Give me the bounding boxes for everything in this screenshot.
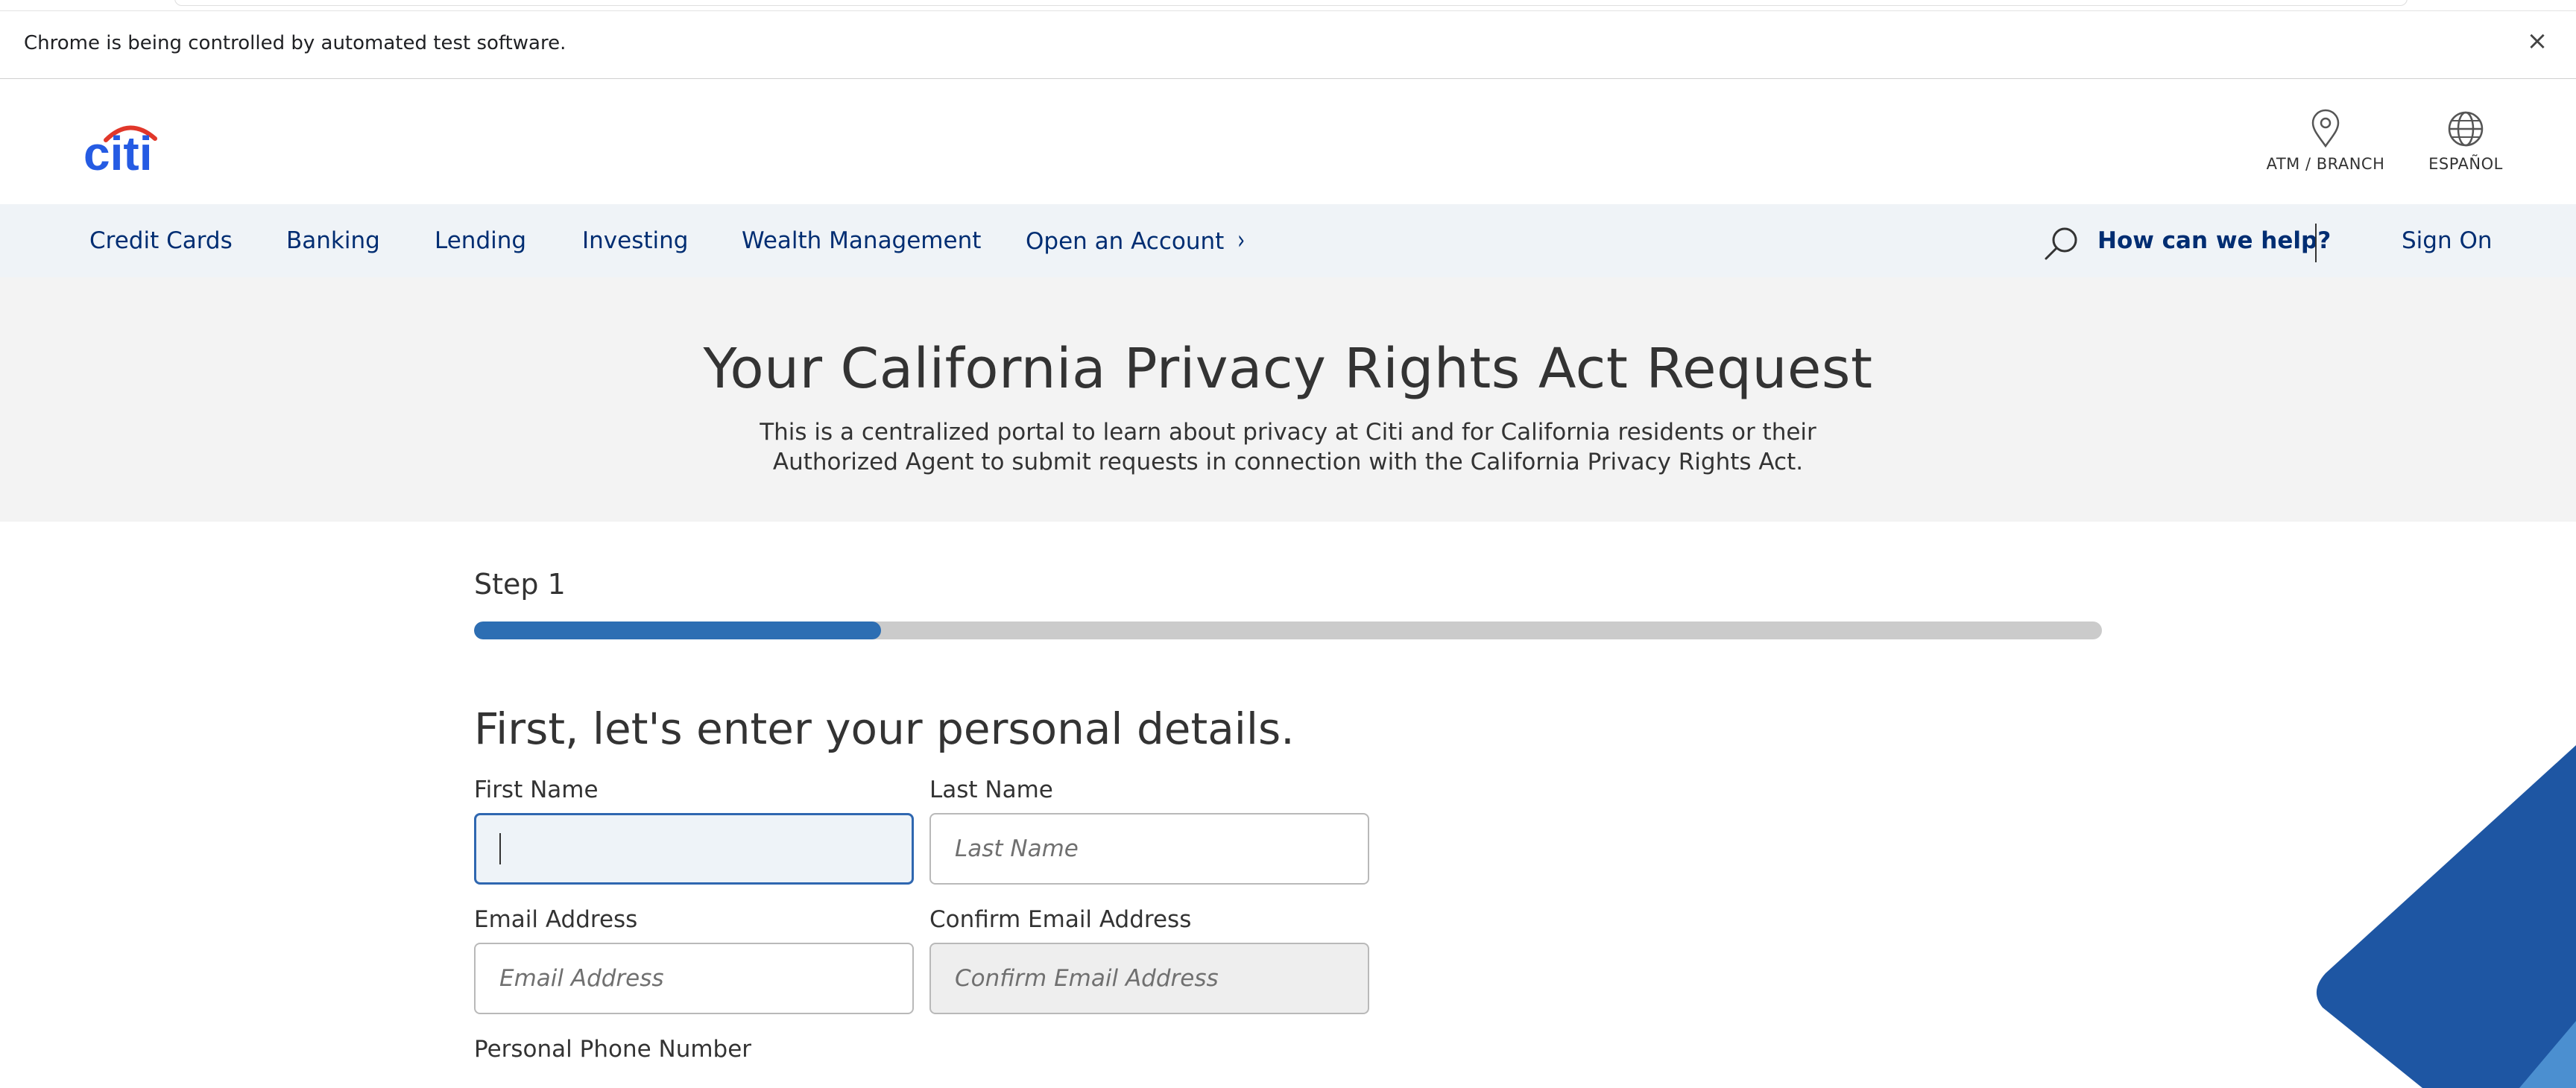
sign-on-link[interactable]: Sign On [2402, 204, 2493, 277]
last-name-input[interactable] [929, 813, 1369, 885]
email-label: Email Address [474, 906, 638, 933]
nav-open-an-account[interactable]: Open an Account › [1026, 204, 1247, 277]
form-heading: First, let's enter your personal details… [474, 703, 1295, 754]
page-subtitle: This is a centralized portal to learn ab… [0, 417, 2576, 477]
logo-text: citi [83, 127, 152, 174]
address-bar-edge [174, 0, 2408, 6]
chevron-right-icon: › [1237, 225, 1246, 256]
nav-investing[interactable]: Investing [582, 204, 688, 277]
nav-divider [2315, 224, 2317, 262]
espanol-label: ESPAÑOL [2428, 155, 2503, 173]
globe-icon [2448, 111, 2484, 147]
progress-bar-fill [474, 622, 881, 639]
infobar-close-button[interactable]: × [2522, 26, 2552, 56]
nav-lending[interactable]: Lending [435, 204, 526, 277]
map-pin-icon [2311, 109, 2340, 148]
last-name-label: Last Name [929, 777, 1053, 803]
page-title: Your California Privacy Rights Act Reque… [703, 337, 1873, 401]
decorative-corner-graphic [2316, 745, 2576, 1088]
phone-label: Personal Phone Number [474, 1036, 752, 1063]
step-label: Step 1 [474, 568, 566, 601]
open-account-label: Open an Account [1026, 228, 1225, 255]
subtitle-line-2: Authorized Agent to submit requests in c… [772, 449, 1804, 475]
hero-banner: Your California Privacy Rights Act Reque… [0, 277, 2576, 522]
first-name-label: First Name [474, 777, 599, 803]
subtitle-line-1: This is a centralized portal to learn ab… [760, 419, 1816, 446]
confirm-email-input[interactable] [929, 943, 1369, 1014]
automation-infobar: Chrome is being controlled by automated … [0, 10, 2576, 79]
nav-credit-cards[interactable]: Credit Cards [89, 204, 233, 277]
email-input[interactable] [474, 943, 914, 1014]
site-header: citi ATM / BRANCH ESPAÑOL [0, 79, 2576, 204]
text-caret [499, 833, 501, 864]
search-icon[interactable] [2042, 225, 2080, 262]
browser-toolbar-edge [0, 0, 2576, 10]
espanol-link[interactable]: ESPAÑOL [2419, 109, 2512, 173]
progress-bar [474, 622, 2102, 639]
atm-branch-link[interactable]: ATM / BRANCH [2266, 109, 2385, 173]
confirm-email-label: Confirm Email Address [929, 906, 1192, 933]
nav-wealth-management[interactable]: Wealth Management [742, 204, 981, 277]
first-name-input[interactable] [474, 813, 914, 885]
infobar-message: Chrome is being controlled by automated … [24, 32, 566, 54]
nav-banking[interactable]: Banking [286, 204, 380, 277]
main-nav: Credit Cards Banking Lending Investing W… [0, 204, 2576, 277]
help-search-link[interactable]: How can we help? [2097, 204, 2331, 277]
citi-logo[interactable]: citi [83, 116, 167, 174]
atm-branch-label: ATM / BRANCH [2266, 155, 2385, 173]
